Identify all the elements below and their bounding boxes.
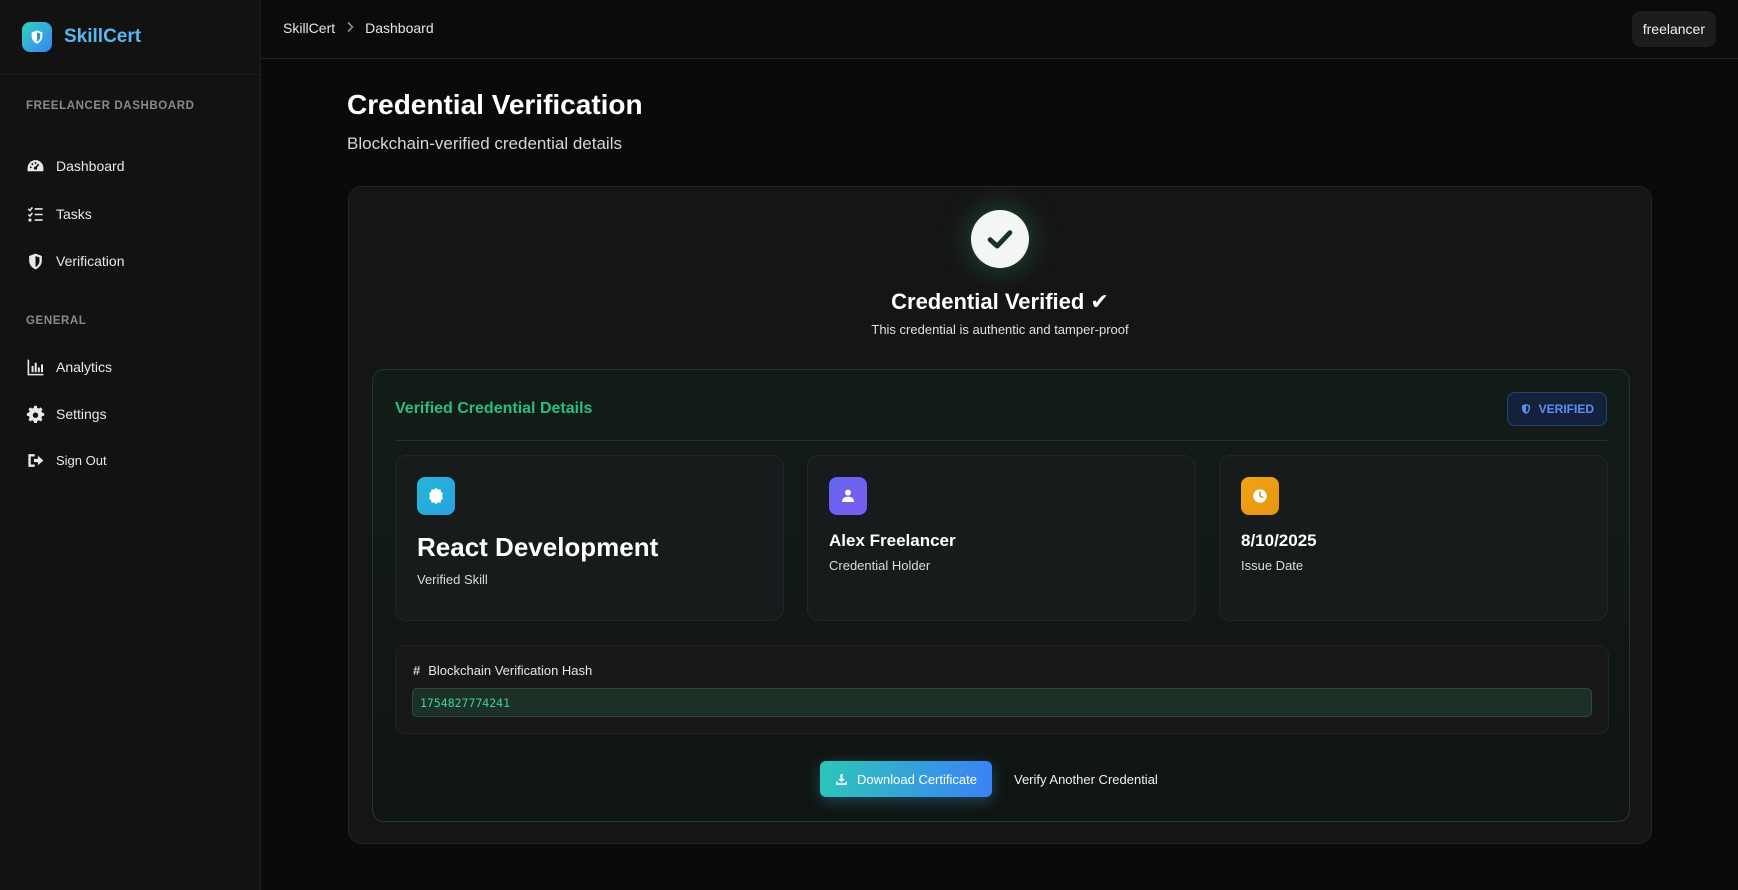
topbar: SkillCert Dashboard freelancer (261, 0, 1738, 59)
sidebar-item-verification[interactable]: Verification (24, 249, 124, 273)
verification-card: Credential Verified ✔ This credential is… (348, 186, 1652, 844)
verified-badge: VERIFIED (1506, 392, 1607, 426)
holder-value: Alex Freelancer (829, 531, 956, 550)
shield-icon (24, 250, 46, 272)
sidebar-item-tasks[interactable]: Tasks (24, 202, 92, 226)
sidebar-item-label: Dashboard (56, 158, 125, 174)
sidebar-item-analytics[interactable]: Analytics (24, 355, 112, 379)
hash-panel: # Blockchain Verification Hash 175482777… (395, 645, 1609, 734)
checklist-icon (24, 203, 46, 225)
gear-icon (24, 403, 46, 425)
hash-icon: # (413, 663, 421, 678)
sidebar-item-settings[interactable]: Settings (24, 402, 107, 426)
info-card-skill: React Development Verified Skill (395, 455, 784, 621)
verified-status-title: Credential Verified ✔ (891, 289, 1109, 314)
sign-out-icon (24, 449, 46, 471)
sidebar: SkillCert FREELANCER DASHBOARD Dashboard… (0, 0, 261, 890)
hash-value[interactable]: 1754827774241 (412, 688, 1592, 717)
chevron-right-icon (345, 20, 355, 36)
skill-label: Verified Skill (417, 572, 488, 587)
verify-another-button[interactable]: Verify Another Credential (1004, 761, 1168, 797)
user-icon (829, 477, 867, 515)
sidebar-item-label: Tasks (56, 206, 92, 222)
page-title: Credential Verification (347, 89, 643, 120)
verified-badge-label: VERIFIED (1538, 402, 1594, 416)
breadcrumb: SkillCert Dashboard (283, 20, 434, 36)
sidebar-item-label: Analytics (56, 359, 113, 375)
bar-chart-icon (24, 356, 46, 378)
brand[interactable]: SkillCert (0, 0, 260, 75)
page-subtitle: Blockchain-verified credential details (347, 134, 622, 153)
download-certificate-button[interactable]: Download Certificate (820, 761, 992, 797)
check-circle-icon (971, 210, 1029, 268)
section-label-freelancer: FREELANCER DASHBOARD (26, 100, 195, 112)
breadcrumb-item-skillcert[interactable]: SkillCert (283, 20, 335, 36)
sidebar-item-label: Verification (56, 253, 125, 269)
issue-date-label: Issue Date (1241, 558, 1304, 573)
details-title: Verified Credential Details (395, 400, 593, 417)
sidebar-item-label: Sign Out (56, 452, 107, 468)
download-certificate-label: Download Certificate (857, 771, 977, 787)
issue-date-value: 8/10/2025 (1241, 531, 1317, 550)
sidebar-item-dashboard[interactable]: Dashboard (24, 154, 125, 178)
hash-label: # Blockchain Verification Hash (413, 663, 592, 678)
gauge-icon (24, 155, 46, 177)
credential-details-panel: Verified Credential Details VERIFIED Rea… (372, 369, 1630, 822)
holder-label: Credential Holder (829, 558, 931, 573)
user-menu-button[interactable]: freelancer (1631, 11, 1716, 47)
info-card-holder: Alex Freelancer Credential Holder (807, 455, 1196, 621)
download-icon (835, 773, 848, 786)
badge-seal-icon (417, 477, 455, 515)
breadcrumb-item-dashboard[interactable]: Dashboard (365, 20, 434, 36)
info-card-date: 8/10/2025 Issue Date (1219, 455, 1608, 621)
clock-icon (1241, 477, 1279, 515)
divider (395, 440, 1607, 441)
shield-logo-icon (22, 22, 52, 52)
hash-label-text: Blockchain Verification Hash (428, 663, 593, 678)
sidebar-item-label: Settings (56, 406, 107, 422)
verified-status-subtitle: This credential is authentic and tamper-… (871, 322, 1129, 337)
shield-badge-icon (1520, 403, 1532, 415)
section-label-general: GENERAL (26, 315, 87, 327)
brand-name: SkillCert (64, 26, 142, 47)
sidebar-item-sign-out[interactable]: Sign Out (24, 448, 107, 472)
skill-value: React Development (417, 532, 659, 562)
